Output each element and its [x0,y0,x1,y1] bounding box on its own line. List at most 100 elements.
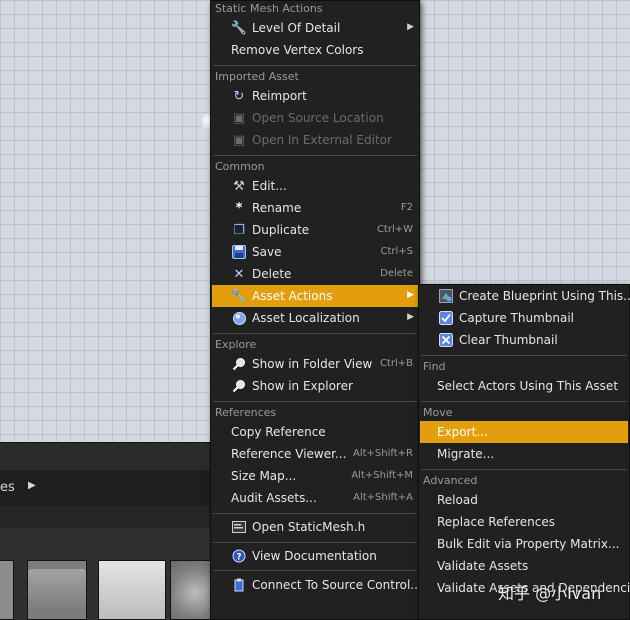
menu-item-label: Delete [252,267,292,281]
shortcut-label: Alt+Shift+R [353,448,413,459]
asset-thumbnail[interactable] [98,560,166,620]
menu-item-label: Show in Folder View [252,357,373,371]
section-header-find: Find [423,360,446,373]
menu-item-audit-assets[interactable]: Audit Assets... Alt+Shift+A [212,487,418,509]
submenu-arrow-icon: ▶ [407,312,414,322]
submenu-arrow-icon: ▶ [407,290,414,300]
menu-item-label: Connect To Source Control... [252,578,422,592]
shortcut-label: F2 [400,202,413,213]
menu-item-show-in-folder-view[interactable]: Show in Folder View Ctrl+B [212,353,418,375]
menu-divider [213,65,417,66]
menu-item-duplicate[interactable]: ❐ Duplicate Ctrl+W [212,219,418,241]
menu-item-open-source-location[interactable]: ▣ Open Source Location [212,107,418,129]
checkbox-icon [438,310,454,326]
menu-item-label: Size Map... [231,469,297,483]
menu-item-replace-references[interactable]: Replace References [420,511,628,533]
menu-item-show-in-explorer[interactable]: Show in Explorer [212,375,418,397]
menu-item-reference-viewer[interactable]: Reference Viewer... Alt+Shift+R [212,443,418,465]
menu-item-copy-reference[interactable]: Copy Reference [212,421,418,443]
menu-item-asset-actions[interactable]: 🔧 Asset Actions ▶ [212,285,418,307]
menu-item-label: Edit... [252,179,287,193]
menu-divider [421,401,627,402]
menu-item-label: Validate Assets [437,559,529,573]
submenu-arrow-icon: ▶ [407,22,414,32]
menu-divider [213,542,417,543]
asset-context-menu: Static Mesh Actions 🔧 Level Of Detail ▶ … [210,0,422,620]
menu-item-size-map[interactable]: Size Map... Alt+Shift+M [212,465,418,487]
menu-item-select-actors-using-asset[interactable]: Select Actors Using This Asset [420,375,628,397]
clear-x-icon [438,332,454,348]
menu-item-label: Open Source Location [252,111,384,125]
menu-item-label: Remove Vertex Colors [231,43,364,57]
magnifier-icon [231,356,247,372]
menu-item-label: Bulk Edit via Property Matrix... [437,537,620,551]
menu-item-export[interactable]: Export... [420,421,628,443]
shortcut-label: Delete [380,268,413,279]
menu-divider [213,155,417,156]
source-control-icon [231,577,247,593]
menu-item-save[interactable]: Save Ctrl+S [212,241,418,263]
menu-item-bulk-edit-property-matrix[interactable]: Bulk Edit via Property Matrix... [420,533,628,555]
breadcrumb-arrow-icon[interactable]: ▶ [28,480,36,491]
section-header-imported-asset: Imported Asset [215,70,299,83]
folder-location-icon: ▣ [232,110,246,126]
asset-thumbnail[interactable] [0,560,14,620]
menu-item-label: Level Of Detail [252,21,341,35]
menu-item-rename[interactable]: * Rename F2 [212,197,418,219]
shortcut-label: Ctrl+W [376,224,413,235]
menu-item-connect-to-source-control[interactable]: Connect To Source Control... [212,574,422,596]
wrench-icon: 🔧 [230,20,248,36]
menu-item-label: Copy Reference [231,425,326,439]
hammer-icon: ⚒ [233,178,245,194]
menu-item-label: Save [252,245,282,259]
menu-item-label: Export... [437,425,488,439]
menu-divider [213,513,417,514]
shortcut-label: Alt+Shift+A [353,492,413,503]
asset-actions-submenu: Create Blueprint Using This... Capture T… [418,284,630,620]
menu-item-capture-thumbnail[interactable]: Capture Thumbnail [420,307,628,329]
menu-item-label: Show in Explorer [252,379,353,393]
menu-item-level-of-detail[interactable]: 🔧 Level Of Detail ▶ [212,17,418,39]
menu-item-open-in-external-editor[interactable]: ▣ Open In External Editor [212,129,418,151]
menu-item-view-documentation[interactable]: ? View Documentation [212,545,418,567]
menu-divider [421,469,627,470]
sphere-asset-thumbnail[interactable] [170,560,212,620]
menu-item-remove-vertex-colors[interactable]: Remove Vertex Colors [212,39,418,61]
menu-item-validate-assets[interactable]: Validate Assets [420,555,628,577]
section-header-advanced: Advanced [423,474,478,487]
menu-item-reimport[interactable]: ↻ Reimport [212,85,418,107]
menu-item-label: Capture Thumbnail [459,311,575,325]
menu-item-label: Open In External Editor [252,133,392,147]
menu-item-label: Reference Viewer... [231,447,347,461]
menu-item-label: Asset Localization [252,311,360,325]
menu-item-label: Duplicate [252,223,310,237]
menu-divider [213,333,417,334]
menu-item-label: Clear Thumbnail [459,333,558,347]
menu-item-create-blueprint[interactable]: Create Blueprint Using This... [420,285,630,307]
menu-item-delete[interactable]: ✕ Delete Delete [212,263,418,285]
section-header-explore: Explore [215,338,257,351]
menu-item-label: Replace References [437,515,555,529]
menu-item-label: Migrate... [437,447,495,461]
shortcut-label: Ctrl+S [380,246,413,257]
shortcut-label: Alt+Shift+M [351,470,413,481]
menu-item-migrate[interactable]: Migrate... [420,443,628,465]
menu-item-label: Audit Assets... [231,491,317,505]
menu-item-clear-thumbnail[interactable]: Clear Thumbnail [420,329,628,351]
folder-thumbnail[interactable] [27,560,87,620]
menu-item-open-staticmesh-h[interactable]: Open StaticMesh.h [212,516,418,538]
menu-item-edit[interactable]: ⚒ Edit... [212,175,418,197]
section-header-move: Move [423,406,453,419]
menu-item-reload[interactable]: Reload [420,489,628,511]
menu-item-label: Reimport [252,89,307,103]
help-icon: ? [231,548,247,564]
section-header-common: Common [215,160,265,173]
path-breadcrumb[interactable]: es [0,480,15,495]
watermark: 知乎 @小Ivan [498,584,602,603]
section-header-references: References [215,406,277,419]
menu-item-label: View Documentation [252,549,377,563]
menu-item-asset-localization[interactable]: Asset Localization ▶ [212,307,418,329]
shortcut-label: Ctrl+B [379,358,413,369]
x-icon: ✕ [233,266,245,282]
menu-item-label: Asset Actions [252,289,333,303]
